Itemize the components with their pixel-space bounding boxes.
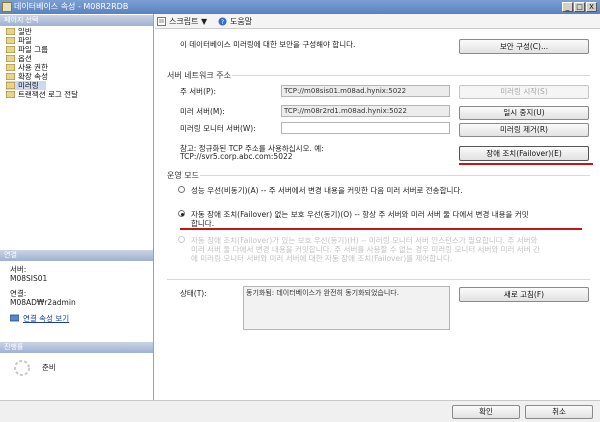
principal-server-label: 주 서버(P): <box>180 87 216 96</box>
safety-mode-highlight-underline <box>180 228 582 230</box>
mode-high-performance-label: 성능 우선(비동기)(A) -- 주 서버에서 변경 내용을 커밋한 다음 미러… <box>191 186 463 195</box>
status-label: 상태(T): <box>180 289 207 298</box>
page-icon <box>5 54 16 63</box>
script-label: 스크립트 ▼ <box>169 17 208 26</box>
refresh-button[interactable]: 새로 고침(F) <box>459 287 589 302</box>
nav-item-label: 확장 속성 <box>18 72 48 81</box>
mirror-server-label: 미러 서버(M): <box>180 107 225 116</box>
operating-mode-group-label: 운영 모드 <box>167 171 199 180</box>
select-page-header: 페이지 선택 <box>0 15 153 26</box>
nav-item-files[interactable]: 파일 <box>5 36 32 45</box>
view-connection-properties-link[interactable]: 연결 속성 보기 <box>9 313 130 324</box>
nav-item-label: 트랜잭션 로그 전달 <box>18 90 78 99</box>
nav-item-mirroring[interactable]: 미러링 <box>5 81 46 90</box>
window-title-bar: 데이터베이스 속성 - M08R2RDB <box>0 0 600 14</box>
progress-status: 준비 <box>42 363 56 372</box>
page-icon <box>5 81 16 90</box>
nav-item-options[interactable]: 옵션 <box>5 54 32 63</box>
view-connection-properties-text: 연결 속성 보기 <box>23 314 70 323</box>
failover-highlight-underline <box>459 163 593 165</box>
network-address-group-label: 서버 네트워크 주소 <box>167 71 231 80</box>
page-icon <box>5 27 16 36</box>
mode-high-safety-radio[interactable] <box>178 210 185 217</box>
nav-item-label: 일반 <box>18 27 32 36</box>
server-value: M08SIS01 <box>10 274 48 283</box>
nav-item-general[interactable]: 일반 <box>5 27 32 36</box>
page-icon <box>5 63 16 72</box>
progress-spinner-icon <box>12 358 32 380</box>
nav-item-extended-properties[interactable]: 확장 속성 <box>5 72 48 81</box>
script-icon <box>157 17 166 28</box>
nav-item-label: 사용 권한 <box>18 63 48 72</box>
nav-item-label: 옵션 <box>18 54 32 63</box>
pause-button[interactable]: 일시 중지(U) <box>459 106 589 120</box>
minimize-button[interactable]: _ <box>562 2 573 12</box>
progress-header: 진행률 <box>0 342 153 353</box>
mode-high-performance-radio[interactable] <box>178 186 185 193</box>
principal-server-field[interactable]: TCP://m08sis01.m08ad.hynix:5022 <box>281 85 450 97</box>
configure-security-button[interactable]: 보안 구성(C)... <box>459 39 589 54</box>
status-box: 동기화됨: 데이터베이스가 완전히 동기화되었습니다. <box>243 286 450 330</box>
remove-mirroring-button[interactable]: 미러링 제거(R) <box>459 123 589 137</box>
witness-server-field[interactable] <box>281 122 450 134</box>
maximize-button[interactable]: □ <box>574 2 585 12</box>
mirror-server-field[interactable]: TCP://m08r2rd1.m08ad.hynix:5022 <box>281 105 450 117</box>
page-icon <box>5 90 16 99</box>
help-label: 도움말 <box>230 17 253 26</box>
mode-high-safety-label-line1: 자동 장애 조치(Failover) 없는 보호 우선(동기)(O) -- 항상… <box>191 210 529 219</box>
group-divider <box>232 75 590 76</box>
status-divider <box>167 279 590 280</box>
witness-server-label: 미러링 모니터 서버(W): <box>180 124 256 133</box>
cancel-button[interactable]: 취소 <box>525 405 593 419</box>
connection-value: M08AD₩r2admin <box>10 298 76 307</box>
page-icon <box>5 36 16 45</box>
group-divider <box>200 175 590 176</box>
close-button[interactable]: X <box>586 2 597 12</box>
address-note-line2: TCP://svr5.corp.abc.com:5022 <box>180 152 293 161</box>
connection-header: 연결 <box>0 250 153 261</box>
script-menu-button[interactable]: 스크립트 ▼ <box>157 17 217 27</box>
server-label: 서버: <box>10 265 27 274</box>
window-title: 데이터베이스 속성 - M08R2RDB <box>14 2 129 11</box>
security-intro-text: 이 데이터베이스 미러링에 대한 보안을 구성해야 합니다. <box>180 40 356 49</box>
nav-item-label: 파일 그룹 <box>18 45 48 54</box>
connection-label: 연결: <box>10 289 27 298</box>
database-icon <box>2 2 12 12</box>
page-icon <box>5 72 16 81</box>
mode-auto-failover-radio[interactable] <box>178 236 185 243</box>
help-button[interactable]: ? 도움말 <box>218 17 268 27</box>
nav-item-permissions[interactable]: 사용 권한 <box>5 63 48 72</box>
failover-button[interactable]: 장애 조치(Failover)(E) <box>459 146 589 161</box>
start-mirroring-button[interactable]: 미러링 시작(S) <box>459 85 589 99</box>
nav-item-log-shipping[interactable]: 트랜잭션 로그 전달 <box>5 90 78 99</box>
help-icon: ? <box>218 17 227 28</box>
page-icon <box>5 45 16 54</box>
nav-item-filegroups[interactable]: 파일 그룹 <box>5 45 48 54</box>
mode-auto-failover-label-line3: 에 미러링 모니터 서버와 미러 서버에 대한 자동 장애 조치(Failove… <box>191 254 453 263</box>
ok-button[interactable]: 확인 <box>452 405 520 419</box>
nav-item-label: 파일 <box>18 36 32 45</box>
connection-properties-icon <box>9 314 20 324</box>
svg-text:?: ? <box>221 18 224 26</box>
nav-item-label: 미러링 <box>18 81 39 90</box>
